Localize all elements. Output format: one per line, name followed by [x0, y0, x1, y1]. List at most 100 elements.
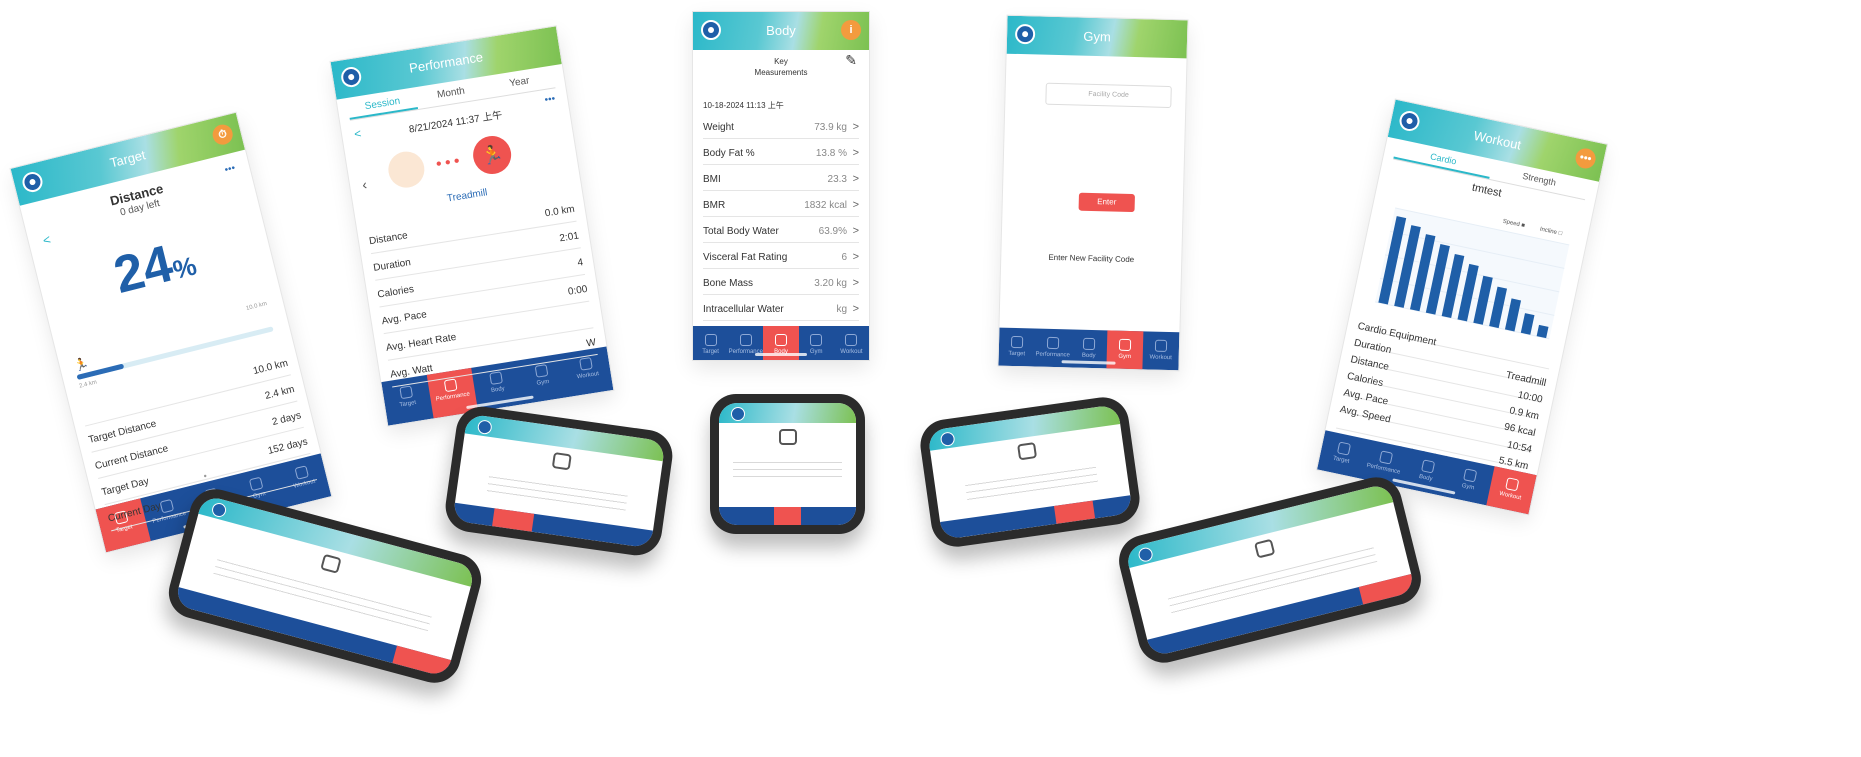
row-label: Distance	[368, 230, 409, 248]
facility-hint-label: Enter New Facility Code	[1048, 252, 1135, 265]
phone-screen	[719, 403, 856, 525]
tab-label: Body	[1081, 352, 1096, 360]
tab-workout[interactable]: Workout	[834, 326, 869, 360]
list-item[interactable]: Total Body Water 63.9% >	[703, 216, 859, 243]
edit-icon[interactable]: ✎	[845, 52, 857, 69]
gym-header: Gym	[1006, 15, 1188, 59]
workout-tab-icon	[1154, 339, 1168, 352]
phone-screen	[927, 404, 1133, 540]
active-tab	[773, 507, 802, 525]
chevron-right-icon: >	[852, 251, 859, 263]
list-item[interactable]: Intracellular Water kg >	[703, 294, 859, 321]
bar-start-label: 2.4 km	[78, 379, 98, 390]
gym-screen: Gym Facility Code Enter Enter New Facili…	[998, 15, 1188, 371]
target-tab-icon	[1010, 335, 1024, 349]
phone-screen	[1124, 482, 1416, 658]
row-value: 0.0 km	[544, 203, 576, 220]
settings-gear-icon	[476, 419, 493, 436]
row-value: 63.9%	[818, 226, 847, 237]
body-tab-icon	[775, 334, 787, 346]
phone-screen	[452, 413, 666, 549]
row-value: 10.0 km	[252, 357, 290, 378]
row-value: 13.8 %	[815, 148, 847, 159]
list-item[interactable]: Bone Mass 3.20 kg >	[703, 268, 859, 295]
tab-target[interactable]: Target	[693, 326, 728, 360]
performance-tab-icon	[739, 334, 752, 346]
phone-mockup-gym	[917, 394, 1143, 550]
row-value: 6	[841, 252, 847, 263]
body-header: Body i	[693, 12, 869, 50]
bottom-tab-bar: Target Performance Body Gym Workout	[998, 327, 1180, 371]
list-item[interactable]: BMR 1832 kcal >	[703, 190, 859, 217]
active-tab	[492, 508, 535, 532]
tab-label: Target	[702, 349, 719, 355]
workout-tab-icon	[1505, 477, 1520, 492]
tab-workout[interactable]: Workout	[1486, 466, 1537, 515]
row-label: Bone Mass	[703, 278, 754, 289]
tab-label: Target	[1008, 350, 1026, 358]
dumbbell-icon	[1017, 442, 1038, 461]
tab-target[interactable]: Target	[998, 328, 1035, 367]
legend-entry: Incline □	[1539, 227, 1563, 238]
runner-icon: 🏃	[72, 355, 91, 374]
facility-code-input[interactable]: Facility Code	[1045, 82, 1172, 109]
tab-label: Workout	[840, 349, 863, 355]
tab-label: Target	[1332, 455, 1350, 465]
performance-tab-icon	[1378, 450, 1393, 465]
section-title: Key Measurements	[754, 57, 808, 77]
body-screen: Body i Key Measurements ✎ 10-18-2024 11:…	[693, 12, 869, 360]
target-tab-icon	[1336, 441, 1351, 456]
body-tab-icon	[1420, 459, 1436, 474]
performance-tab-icon	[444, 378, 458, 393]
row-value: 3.20 kg	[814, 278, 847, 289]
row-value: 73.9 kg	[814, 122, 847, 133]
phone-tab-bar	[719, 507, 856, 525]
target-screen: Target ⏱ < ••• Distance 0 day left 24% 1…	[10, 112, 332, 553]
list-item[interactable]: Body Fat % 13.8 % >	[703, 138, 859, 165]
tab-workout[interactable]: Workout	[1142, 331, 1179, 370]
intro-text-lines	[964, 463, 1099, 504]
prev-session-chevron[interactable]: ‹	[361, 176, 368, 193]
intro-text-lines	[486, 473, 629, 515]
more-menu-icon[interactable]: •••	[544, 93, 556, 106]
chevron-right-icon: >	[852, 121, 859, 133]
tab-label: Workout	[1149, 354, 1172, 362]
settings-gear-icon	[731, 407, 745, 421]
row-value: kg	[836, 304, 847, 315]
bar-end-label: 10.0 km	[245, 301, 268, 313]
bottom-tab-bar: Target Performance Body Gym Workout	[693, 326, 869, 360]
list-item[interactable]: Visceral Fat Rating 6 >	[703, 242, 859, 269]
treadmill-icon	[385, 148, 427, 191]
body-tab-icon	[489, 371, 503, 385]
phone-mockup-target	[163, 483, 487, 689]
enter-button[interactable]: Enter	[1078, 192, 1135, 213]
row-label: BMI	[703, 174, 721, 185]
settings-gear-icon	[939, 431, 956, 448]
row-value: 0:00	[567, 283, 589, 298]
phone-mockup-body	[710, 394, 865, 534]
workout-tab-icon	[579, 356, 594, 371]
active-tab	[1054, 500, 1095, 524]
chevron-right-icon: >	[852, 303, 859, 315]
workout-tab-icon	[845, 334, 858, 346]
info-icon[interactable]: i	[841, 20, 861, 40]
tab-label: Body	[490, 385, 506, 394]
row-value: 2.4 km	[263, 383, 296, 402]
list-item[interactable]: BMI 23.3 >	[703, 164, 859, 191]
tab-label: Gym	[536, 378, 550, 387]
settings-gear-icon	[210, 501, 228, 519]
row-label: Total Body Water	[703, 226, 779, 237]
row-label: Avg. Pace	[381, 309, 428, 328]
row-label: Body Fat %	[703, 148, 755, 159]
tab-label: Gym	[809, 349, 823, 355]
body-tab-icon	[1082, 337, 1096, 351]
workout-screen: Workout ••• Cardio Strength tmtest Speed…	[1317, 99, 1607, 515]
tab-label: Workout	[576, 370, 600, 381]
legend-entry: Speed ■	[1502, 219, 1526, 230]
chevron-right-icon: >	[852, 173, 859, 185]
list-item[interactable]: Weight 73.9 kg >	[703, 112, 859, 139]
active-tab	[391, 645, 452, 678]
percent-value: 24	[108, 234, 179, 305]
workout-icon	[1254, 538, 1276, 559]
row-label: Visceral Fat Rating	[703, 252, 788, 263]
